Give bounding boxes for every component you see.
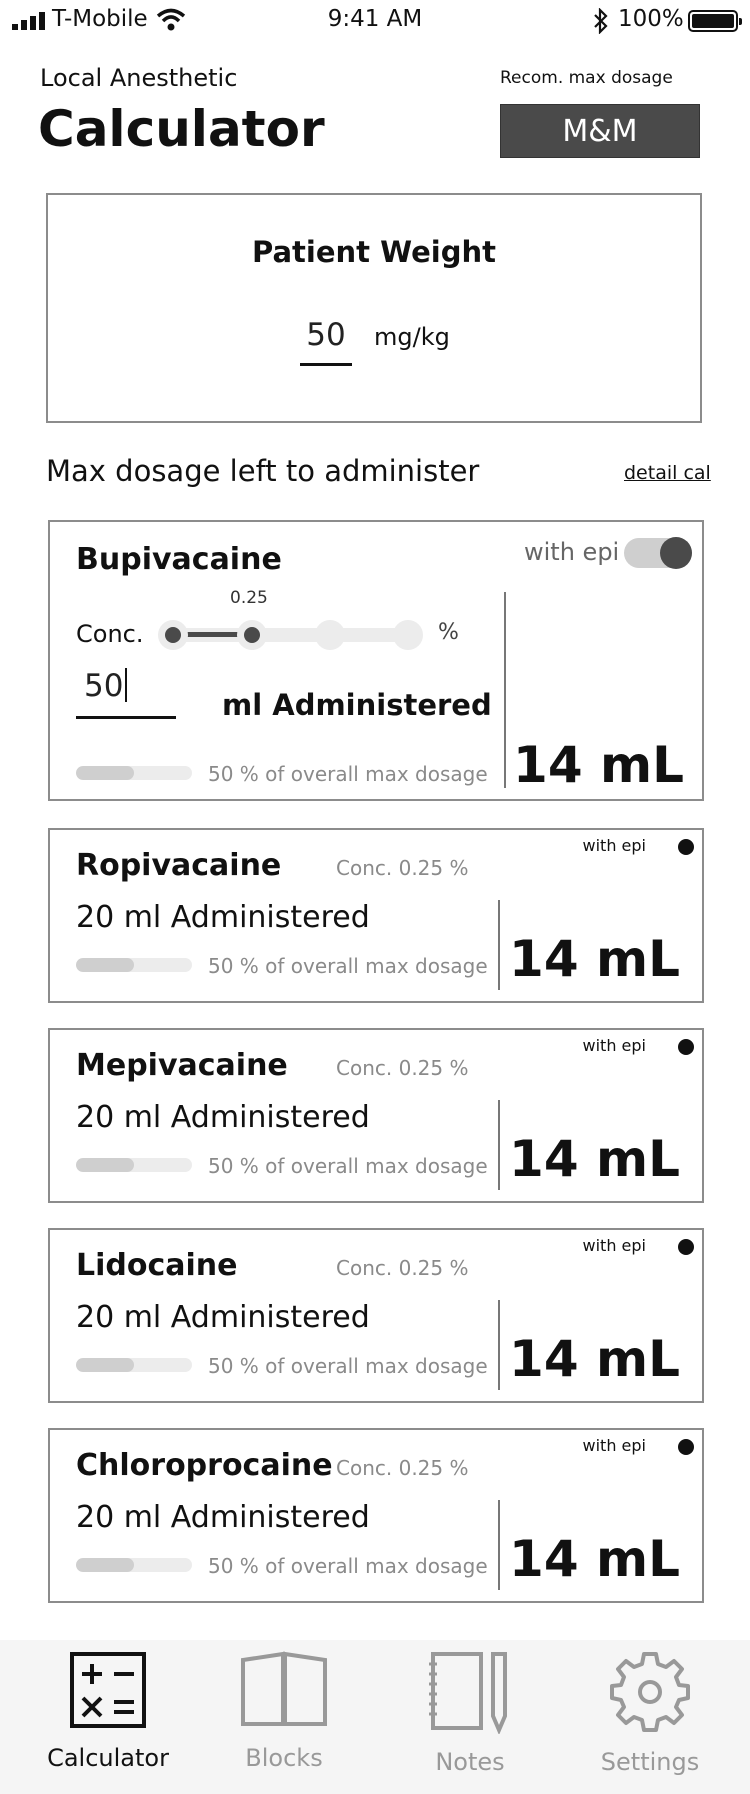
patient-weight-label: Patient Weight [252, 235, 496, 269]
conc-label: Conc. [76, 620, 144, 648]
notebook-pencil-icon [429, 1652, 507, 1734]
tab-label: Calculator [47, 1744, 169, 1772]
dosage-percent-label: 50 % of overall max dosage [208, 1354, 488, 1378]
page-title: Calculator [38, 100, 325, 158]
status-bar: T-Mobile 9:41 AM 100% [0, 0, 750, 40]
slider-unit: % [438, 620, 459, 645]
drug-name: Bupivacaine [76, 542, 282, 577]
drug-name: Lidocaine [76, 1248, 238, 1283]
administered-text: 20 ml Administered [76, 1500, 370, 1535]
bluetooth-icon [594, 8, 608, 34]
max-dosage-result: 14 mL [509, 930, 680, 988]
battery-icon [688, 10, 742, 32]
dosage-progress-fill [76, 1558, 134, 1572]
dosage-progress-bar [76, 1358, 192, 1372]
administered-underline [76, 716, 176, 719]
administered-value: 50 [84, 668, 124, 704]
section-title: Max dosage left to administer [46, 454, 480, 488]
with-epi-toggle[interactable] [678, 1439, 694, 1455]
drug-conc: Conc. 0.25 % [336, 1256, 469, 1280]
book-icon [241, 1651, 327, 1726]
administered-text: 20 ml Administered [76, 1100, 370, 1135]
drug-card[interactable]: Lidocaine Conc. 0.25 % with epi 20 ml Ad… [48, 1228, 704, 1403]
administered-input[interactable]: 50 [84, 668, 128, 704]
drug-name: Mepivacaine [76, 1048, 288, 1083]
patient-weight-input[interactable]: 50 [300, 317, 352, 353]
max-dosage-result: 14 mL [509, 1130, 680, 1188]
tab-calculator[interactable]: Calculator [18, 1650, 198, 1772]
dosage-progress-fill [76, 1158, 134, 1172]
tab-blocks[interactable]: Blocks [194, 1650, 374, 1772]
slider-stop[interactable] [315, 620, 345, 650]
dosage-progress-fill [76, 958, 134, 972]
drug-card-expanded[interactable]: Bupivacaine with epi 0.25 Conc. % 50 ml … [48, 520, 704, 801]
recom-dosage-button[interactable]: M&M [500, 104, 700, 158]
administered-text: 20 ml Administered [76, 1300, 370, 1335]
card-divider [498, 1300, 500, 1390]
battery-percent: 100% [618, 6, 684, 32]
drug-card[interactable]: Mepivacaine Conc. 0.25 % with epi 20 ml … [48, 1028, 704, 1203]
with-epi-toggle[interactable] [678, 1239, 694, 1255]
calculator-icon [70, 1652, 146, 1728]
dosage-percent-label: 50 % of overall max dosage [208, 954, 488, 978]
slider-stop[interactable] [393, 620, 423, 650]
app-subtitle: Local Anesthetic [40, 64, 238, 92]
slider-dot [165, 627, 181, 643]
drug-card[interactable]: Chloroprocaine Conc. 0.25 % with epi 20 … [48, 1428, 704, 1603]
with-epi-label: with epi [582, 836, 646, 855]
slider-value: 0.25 [230, 588, 268, 608]
detail-cal-link[interactable]: detail cal [624, 462, 711, 484]
drug-name: Chloroprocaine [76, 1448, 333, 1483]
with-epi-toggle[interactable] [678, 1039, 694, 1055]
administered-label: ml Administered [222, 688, 492, 722]
drug-conc: Conc. 0.25 % [336, 1056, 469, 1080]
with-epi-label: with epi [582, 1036, 646, 1055]
drug-name: Ropivacaine [76, 848, 282, 883]
tab-label: Notes [435, 1748, 505, 1776]
card-divider [498, 900, 500, 990]
with-epi-toggle[interactable] [624, 537, 692, 569]
drug-card[interactable]: Ropivacaine Conc. 0.25 % with epi 20 ml … [48, 828, 704, 1003]
toggle-knob [660, 537, 692, 569]
drug-conc: Conc. 0.25 % [336, 1456, 469, 1480]
with-epi-label: with epi [582, 1436, 646, 1455]
dosage-progress-bar [76, 1158, 192, 1172]
gear-icon [610, 1652, 690, 1732]
with-epi-toggle[interactable] [678, 839, 694, 855]
dosage-percent-label: 50 % of overall max dosage [208, 1554, 488, 1578]
dosage-progress-bar [76, 958, 192, 972]
administered-text: 20 ml Administered [76, 900, 370, 935]
slider-thumb[interactable] [244, 627, 260, 643]
card-divider [498, 1100, 500, 1190]
max-dosage-result: 14 mL [509, 1330, 680, 1388]
tab-label: Settings [600, 1748, 700, 1776]
drug-conc: Conc. 0.25 % [336, 856, 469, 880]
card-divider [504, 592, 506, 788]
tab-settings[interactable]: Settings [560, 1650, 740, 1776]
with-epi-label: with epi [524, 538, 620, 566]
patient-weight-underline [300, 363, 352, 366]
max-dosage-result: 14 mL [509, 1530, 680, 1588]
max-dosage-result: 14 mL [513, 736, 684, 794]
patient-weight-unit: mg/kg [374, 323, 450, 351]
dosage-progress-bar [76, 766, 192, 780]
tab-notes[interactable]: Notes [380, 1650, 560, 1776]
dosage-percent-label: 50 % of overall max dosage [208, 762, 488, 786]
with-epi-label: with epi [582, 1236, 646, 1255]
recom-label: Recom. max dosage [500, 68, 673, 88]
tab-bar: Calculator Blocks Notes Settings [0, 1640, 750, 1794]
dosage-progress-bar [76, 1558, 192, 1572]
patient-weight-card: Patient Weight 50 mg/kg [46, 193, 702, 423]
text-caret [125, 668, 128, 702]
tab-label: Blocks [245, 1744, 323, 1772]
dosage-progress-fill [76, 766, 134, 780]
card-divider [498, 1500, 500, 1590]
dosage-progress-fill [76, 1358, 134, 1372]
dosage-percent-label: 50 % of overall max dosage [208, 1154, 488, 1178]
